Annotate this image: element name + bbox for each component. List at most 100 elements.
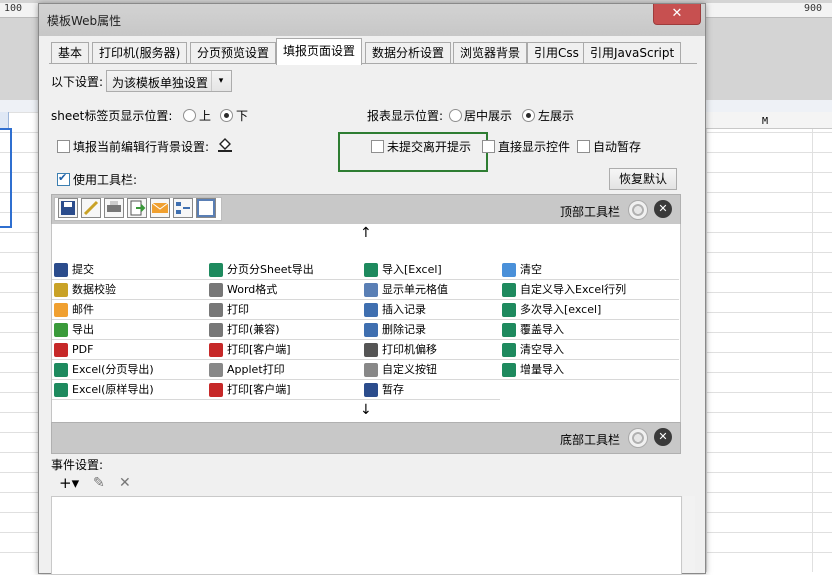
toolbar-item-label: 清空 xyxy=(520,263,542,276)
tab-basic[interactable]: 基本 xyxy=(51,42,90,64)
move-up-arrow-icon[interactable]: ↑ xyxy=(360,225,372,241)
toolbar-item[interactable]: 打印 xyxy=(207,300,362,320)
toolbar-item[interactable]: 打印[客户端] xyxy=(207,380,362,400)
report-position-label: 报表显示位置: xyxy=(367,109,444,123)
cell-selection[interactable] xyxy=(0,128,12,228)
tab-css[interactable]: 引用Css xyxy=(527,42,586,64)
tab-data-analysis[interactable]: 数据分析设置 xyxy=(365,42,452,64)
add-event-icon[interactable]: +▾ xyxy=(59,474,79,492)
radio-sheet-bottom[interactable] xyxy=(220,109,233,122)
toolbar-item[interactable]: 多次导入[excel] xyxy=(500,300,679,320)
excel-icon xyxy=(54,383,68,397)
toolbar-item[interactable]: 打印(兼容) xyxy=(207,320,362,340)
toolbar-item[interactable]: 自定义导入Excel行列 xyxy=(500,280,679,300)
toolbar-item-label: 显示单元格值 xyxy=(382,283,448,296)
checkbox-show-control[interactable] xyxy=(482,140,495,153)
excel-icon xyxy=(502,343,516,357)
cell-icon[interactable] xyxy=(196,198,216,218)
dialog-title: 模板Web属性 xyxy=(47,14,122,28)
toolbar-item-label: 分页分Sheet导出 xyxy=(227,263,314,276)
toolbar-item[interactable]: Excel(原样导出) xyxy=(52,380,207,400)
top-toolbar-close-icon[interactable]: ✕ xyxy=(654,200,672,218)
toolbar-item[interactable]: 自定义按钮 xyxy=(362,360,500,380)
event-list[interactable] xyxy=(51,496,682,575)
toolbar-item[interactable]: 导入[Excel] xyxy=(362,260,500,280)
top-toolbar-label: 顶部工具栏 xyxy=(560,205,621,219)
bottom-toolbar-close-icon[interactable]: ✕ xyxy=(654,428,672,446)
tab-printer-server[interactable]: 打印机(服务器) xyxy=(92,42,188,64)
save-icon[interactable] xyxy=(58,198,78,218)
toolbar-item[interactable]: 清空导入 xyxy=(500,340,679,360)
radio-sheet-top[interactable] xyxy=(183,109,196,122)
tab-page-preview[interactable]: 分页预览设置 xyxy=(190,42,277,64)
insert-icon[interactable] xyxy=(173,198,193,218)
toolbar-item[interactable]: 增量导入 xyxy=(500,360,679,380)
bottom-toolbar: 底部工具栏 ✕ xyxy=(51,422,681,454)
toolbar-item[interactable]: 打印[客户端] xyxy=(207,340,362,360)
toolbar-item[interactable]: Excel(分页导出) xyxy=(52,360,207,380)
top-toolbar-settings-icon[interactable] xyxy=(628,200,648,220)
delete-event-icon[interactable]: ✕ xyxy=(119,475,131,491)
tab-fill-page-settings[interactable]: 填报页面设置 xyxy=(276,38,363,65)
pen-icon[interactable] xyxy=(81,198,101,218)
radio-report-left[interactable] xyxy=(522,109,535,122)
toolbar-item[interactable]: Word格式 xyxy=(207,280,362,300)
export-icon[interactable] xyxy=(127,198,147,218)
checkbox-use-toolbar[interactable] xyxy=(57,171,70,186)
move-down-arrow-icon[interactable]: ↓ xyxy=(360,402,372,418)
bottom-toolbar-settings-icon[interactable] xyxy=(628,428,648,448)
toolbar-item[interactable]: 分页分Sheet导出 xyxy=(207,260,362,280)
move-icon xyxy=(364,343,378,357)
toolbar-item[interactable]: 删除记录 xyxy=(362,320,500,340)
restore-default-button[interactable]: 恢复默认 xyxy=(609,168,677,190)
mail-icon[interactable] xyxy=(150,198,170,218)
toolbar-item[interactable]: 插入记录 xyxy=(362,300,500,320)
toolbar-item[interactable]: 数据校验 xyxy=(52,280,207,300)
autosave-label: 自动暂存 xyxy=(593,140,642,154)
tab-browser-background[interactable]: 浏览器背景 xyxy=(453,42,528,64)
tab-javascript[interactable]: 引用JavaScript xyxy=(583,42,682,64)
excel-icon xyxy=(54,363,68,377)
edit-event-icon[interactable]: ✎ xyxy=(93,475,105,491)
toolbar-item-label: 提交 xyxy=(72,263,94,276)
toolbar-item[interactable]: 暂存 xyxy=(362,380,500,400)
toolbar-item-label: PDF xyxy=(72,343,94,356)
toolbar-item[interactable]: 覆盖导入 xyxy=(500,320,679,340)
export-icon xyxy=(54,323,68,337)
column-header-m: M xyxy=(762,116,769,127)
gear-icon xyxy=(364,363,378,377)
excel-icon xyxy=(364,263,378,277)
toolbar-item[interactable]: 清空 xyxy=(500,260,679,280)
checkbox-autosave[interactable] xyxy=(577,140,590,153)
mail-icon xyxy=(54,303,68,317)
tab-divider xyxy=(49,63,697,64)
settings-select-value: 为该模板单独设置 xyxy=(112,76,209,90)
scrollbar[interactable] xyxy=(683,496,695,573)
radio-sheet-bottom-label: 下 xyxy=(236,109,249,123)
checkbox-row-background[interactable] xyxy=(57,140,70,153)
toolbar-item-label: 打印(兼容) xyxy=(227,323,280,336)
radio-report-center[interactable] xyxy=(449,109,462,122)
close-button[interactable]: ✕ xyxy=(653,4,701,25)
toolbar-item-label: 打印机偏移 xyxy=(382,343,437,356)
sheet-grid-right[interactable] xyxy=(706,112,832,572)
toolbar-item[interactable]: 邮件 xyxy=(52,300,207,320)
radio-sheet-top-label: 上 xyxy=(199,109,212,123)
toolbar-item[interactable]: 导出 xyxy=(52,320,207,340)
dialog-titlebar[interactable]: 模板Web属性 ✕ xyxy=(39,4,705,36)
settings-select[interactable]: 为该模板单独设置 ▾ xyxy=(106,70,232,92)
excel-icon xyxy=(502,303,516,317)
row-background-label: 填报当前编辑行背景设置: xyxy=(73,140,210,154)
paint-bucket-icon[interactable] xyxy=(216,135,234,153)
toolbar-item[interactable]: 提交 xyxy=(52,260,207,280)
toolbar-item[interactable]: Applet打印 xyxy=(207,360,362,380)
chevron-down-icon[interactable]: ▾ xyxy=(211,71,230,91)
top-toolbar: 顶部工具栏 ✕ xyxy=(51,194,681,226)
print-icon[interactable] xyxy=(104,198,124,218)
checkbox-no-submit-prompt[interactable] xyxy=(371,140,384,153)
toolbar-item-label: Excel(分页导出) xyxy=(72,363,154,376)
toolbar-item[interactable]: 打印机偏移 xyxy=(362,340,500,360)
toolbar-item[interactable]: PDF xyxy=(52,340,207,360)
toolbar-item[interactable]: 显示单元格值 xyxy=(362,280,500,300)
pdf-icon xyxy=(54,343,68,357)
